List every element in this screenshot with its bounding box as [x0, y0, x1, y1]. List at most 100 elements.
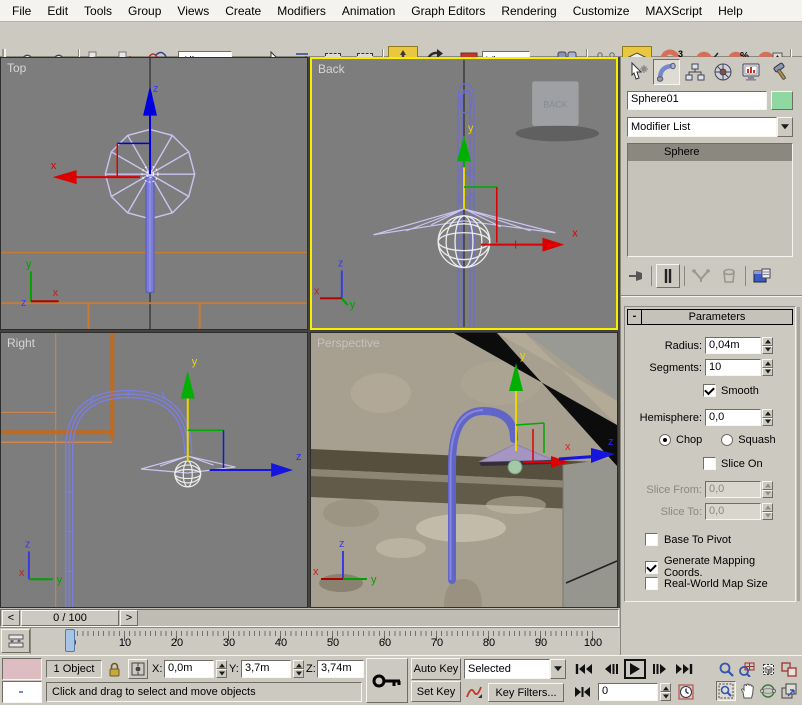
- menu-item[interactable]: Views: [169, 1, 217, 21]
- modifier-list-dropdown[interactable]: Modifier List: [627, 117, 793, 137]
- real-world-checkbox[interactable]: [645, 577, 658, 590]
- current-frame-field[interactable]: 0: [598, 683, 658, 701]
- make-unique-button[interactable]: [689, 264, 713, 288]
- menu-item[interactable]: Tools: [76, 1, 120, 21]
- set-key-button[interactable]: Set Key: [411, 681, 461, 702]
- next-frame-arrow[interactable]: >: [120, 610, 138, 626]
- radius-spinner[interactable]: [762, 337, 773, 354]
- object-name-field[interactable]: Sphere01: [627, 91, 767, 110]
- base-to-pivot-checkbox[interactable]: [645, 533, 658, 546]
- menu-item[interactable]: Animation: [334, 1, 403, 21]
- menu-item[interactable]: Help: [710, 1, 751, 21]
- time-slider-handle[interactable]: 0 / 100: [21, 610, 119, 626]
- go-to-start-button[interactable]: [572, 660, 596, 678]
- x-coord-field[interactable]: 0,0m: [164, 660, 214, 678]
- x-coord-spinner[interactable]: [216, 660, 227, 678]
- menu-item[interactable]: Edit: [39, 1, 76, 21]
- time-configuration-button[interactable]: [676, 682, 696, 702]
- y-coord-field[interactable]: 3,7m: [241, 660, 291, 678]
- viewport-label-top[interactable]: Top: [7, 61, 26, 75]
- menu-item[interactable]: MAXScript: [637, 1, 710, 21]
- zoom-extents-all-button[interactable]: [779, 659, 799, 679]
- chevron-down-icon[interactable]: [550, 659, 566, 679]
- menu-item[interactable]: Rendering: [493, 1, 564, 21]
- auto-key-button[interactable]: Auto Key: [411, 658, 461, 680]
- squash-radio[interactable]: [721, 434, 733, 446]
- play-icon: [630, 663, 640, 675]
- slice-on-checkbox[interactable]: [703, 457, 716, 470]
- viewport-perspective[interactable]: y x z z x y Perspective: [310, 332, 618, 608]
- slice-to-field[interactable]: 0,0: [705, 503, 761, 520]
- tab-motion[interactable]: [709, 59, 736, 85]
- collapse-icon[interactable]: -: [628, 310, 642, 324]
- maximize-viewport-toggle[interactable]: [779, 681, 799, 701]
- current-frame-marker[interactable]: [65, 629, 75, 652]
- viewport-label-perspective[interactable]: Perspective: [317, 336, 380, 350]
- object-color-swatch[interactable]: [771, 91, 793, 110]
- panel-scrollbar[interactable]: [797, 307, 800, 601]
- menu-item[interactable]: Graph Editors: [403, 1, 493, 21]
- viewport-label-back[interactable]: Back: [318, 62, 345, 76]
- move-gizmo[interactable]: z x: [51, 83, 159, 184]
- absolute-offset-toggle[interactable]: [128, 659, 148, 679]
- menu-item[interactable]: Create: [217, 1, 269, 21]
- menu-item[interactable]: Modifiers: [269, 1, 334, 21]
- tab-utilities[interactable]: [767, 59, 794, 85]
- move-gizmo[interactable]: y x: [457, 122, 578, 251]
- parameters-rollout-header[interactable]: - Parameters: [627, 309, 793, 325]
- pan-button[interactable]: [737, 681, 757, 701]
- y-coord-spinner[interactable]: [293, 660, 304, 678]
- region-zoom-button[interactable]: [716, 681, 736, 701]
- slice-from-field[interactable]: 0,0: [705, 481, 761, 498]
- menu-item[interactable]: File: [4, 1, 39, 21]
- menu-item[interactable]: Group: [120, 1, 169, 21]
- track-ruler[interactable]: 0102030405060708090100: [30, 628, 620, 654]
- tab-display[interactable]: [737, 59, 764, 85]
- smooth-checkbox[interactable]: [703, 384, 716, 397]
- chevron-down-icon[interactable]: [777, 117, 793, 137]
- slice-to-spinner[interactable]: [762, 503, 773, 520]
- viewport-top[interactable]: z x y x z Top: [0, 57, 308, 330]
- viewport-label-right[interactable]: Right: [7, 336, 35, 350]
- viewport-back[interactable]: BACK: [310, 57, 618, 330]
- arc-rotate-button[interactable]: [758, 681, 778, 701]
- maxscript-mini-listener-white[interactable]: [2, 681, 42, 703]
- slice-from-spinner[interactable]: [762, 481, 773, 498]
- pin-stack-button[interactable]: [625, 265, 647, 287]
- prev-frame-arrow[interactable]: <: [2, 610, 20, 626]
- mini-curve-editor-button[interactable]: [1, 629, 30, 653]
- zoom-all-button[interactable]: [737, 659, 757, 679]
- play-button[interactable]: [624, 659, 646, 679]
- maxscript-mini-listener-pink[interactable]: [2, 658, 42, 680]
- tab-create[interactable]: [625, 59, 652, 85]
- menu-item[interactable]: Customize: [565, 1, 638, 21]
- radius-field[interactable]: 0,04m: [705, 337, 761, 354]
- previous-frame-button[interactable]: [602, 660, 620, 678]
- selection-set-dropdown[interactable]: Selected: [464, 659, 566, 679]
- chop-radio[interactable]: [659, 434, 671, 446]
- show-end-result-button[interactable]: [656, 264, 680, 288]
- hemisphere-spinner[interactable]: [762, 409, 773, 426]
- selection-lock-toggle[interactable]: [105, 660, 123, 678]
- key-mode-toggle[interactable]: [572, 683, 592, 701]
- frame-spinner[interactable]: [660, 683, 671, 701]
- generate-mapping-checkbox[interactable]: [645, 561, 658, 574]
- tab-hierarchy[interactable]: [681, 59, 708, 85]
- viewport-right[interactable]: y z z x y Right: [0, 332, 308, 608]
- hemisphere-field[interactable]: 0,0: [705, 409, 761, 426]
- remove-modifier-button[interactable]: [717, 264, 741, 288]
- set-keys-button[interactable]: [366, 658, 408, 703]
- zoom-button[interactable]: [716, 659, 736, 679]
- stack-item-sphere[interactable]: Sphere: [628, 144, 792, 161]
- segments-spinner[interactable]: [762, 359, 773, 376]
- zoom-extents-button[interactable]: [758, 659, 778, 679]
- z-coord-field[interactable]: 3,74m: [317, 660, 364, 678]
- segments-field[interactable]: 10: [705, 359, 761, 376]
- tab-modify[interactable]: [653, 59, 680, 85]
- key-filters-button[interactable]: Key Filters...: [488, 683, 564, 702]
- go-to-end-button[interactable]: [672, 660, 696, 678]
- next-frame-button[interactable]: [650, 660, 668, 678]
- modifier-list-value: Modifier List: [627, 117, 777, 137]
- default-in-out-tangents-button[interactable]: [464, 682, 484, 702]
- configure-modifier-sets-button[interactable]: [750, 264, 774, 288]
